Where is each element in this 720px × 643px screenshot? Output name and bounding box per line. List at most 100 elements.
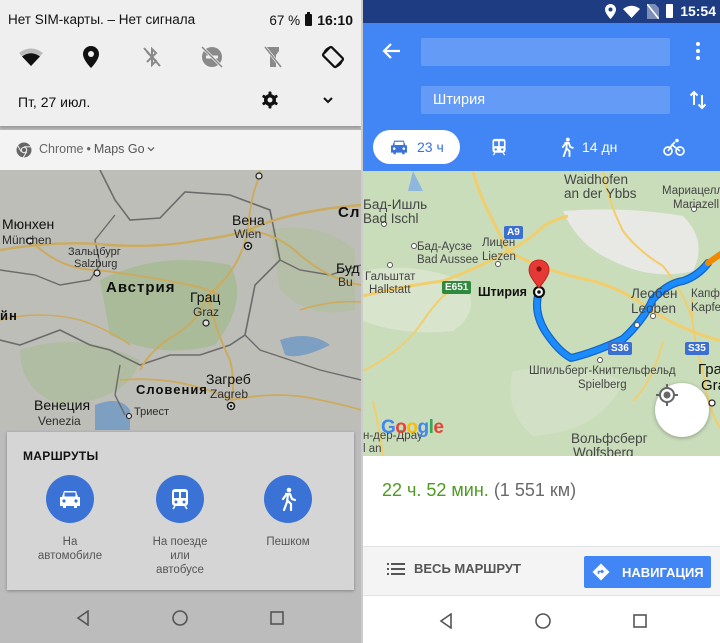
notification-app-name: Chrome • Maps Go xyxy=(39,142,145,156)
map-label-mariazell: Mariazell xyxy=(673,199,720,211)
recents-nav-button[interactable] xyxy=(630,611,650,631)
map-label-drau: l an xyxy=(363,443,382,455)
route-option-label: На поезде или автобусе xyxy=(125,535,235,577)
chevron-down-icon[interactable] xyxy=(146,144,156,154)
back-nav-button[interactable] xyxy=(73,608,93,628)
route-option-label: На автомобиле xyxy=(15,535,125,563)
back-triangle-icon xyxy=(76,610,90,626)
car-button[interactable] xyxy=(46,475,94,523)
tab-mode-car[interactable]: 23 ч xyxy=(373,130,460,164)
map-label-kapfenberg-ru: Капф xyxy=(691,288,720,300)
map-label-waidhofen: Waidhofen xyxy=(564,172,629,187)
crosshair-icon xyxy=(656,384,678,406)
map-label-hallstatt-ru: Гальштат xyxy=(365,271,416,283)
bike-icon xyxy=(663,138,685,156)
map-label-badischl: Bad Ischl xyxy=(363,211,419,226)
more-options-button[interactable] xyxy=(690,41,706,61)
route-distance: (1 551 км) xyxy=(493,480,577,500)
car-icon xyxy=(60,491,80,508)
travel-mode-tabs: 23 ч 14 дн xyxy=(363,130,720,166)
status-bar: Нет SIM-карты. – Нет сигнала 67 % 16:10 xyxy=(8,12,353,30)
map-label-kapfenberg: Kapfe xyxy=(691,302,720,314)
wifi-tile[interactable] xyxy=(14,40,48,74)
map-label-graz-ru: Гра xyxy=(698,361,720,378)
system-nav-bar xyxy=(398,596,688,643)
battery-icon xyxy=(305,12,313,26)
map-label-graz: Gra xyxy=(701,377,720,394)
walk-button[interactable] xyxy=(264,475,312,523)
home-circle-icon xyxy=(172,610,188,626)
notification-header[interactable]: Chrome • Maps Go xyxy=(0,130,361,170)
road-shield-s36: S36 xyxy=(608,342,632,355)
tab-mode-transit[interactable] xyxy=(491,130,507,164)
map-label-wolfsberg: Wolfsberg xyxy=(573,445,634,456)
status-bar: 15:54 xyxy=(363,0,720,23)
settings-button[interactable] xyxy=(260,90,280,110)
tab-mode-bike[interactable] xyxy=(663,130,685,164)
wifi-icon xyxy=(19,48,43,66)
expand-quick-settings-button[interactable] xyxy=(320,92,336,108)
map-label-spielberg: Spielberg xyxy=(578,379,627,391)
train-icon xyxy=(492,138,506,156)
list-icon xyxy=(387,562,405,575)
left-screen: Мюнхен München Зальцбург Salzburg Австри… xyxy=(0,0,361,643)
route-option-label: Пешком xyxy=(233,535,343,549)
route-option-walk[interactable]: Пешком xyxy=(233,475,343,549)
right-screen: 15:54 Штирия 23 ч 14 дн Waidhofen an der… xyxy=(361,0,720,643)
route-map[interactable]: Waidhofen an der Ybbs Мариацелль Mariaze… xyxy=(363,171,720,456)
route-option-car[interactable]: На автомобиле xyxy=(15,475,125,563)
flashlight-tile[interactable] xyxy=(256,40,290,74)
walk-icon xyxy=(281,487,296,511)
back-button[interactable] xyxy=(381,40,403,62)
walk-icon xyxy=(561,137,574,157)
home-nav-button[interactable] xyxy=(533,611,553,631)
google-logo: Google xyxy=(381,417,444,438)
route-option-transit[interactable]: На поезде или автобусе xyxy=(125,475,235,577)
bluetooth-tile[interactable] xyxy=(135,40,169,74)
label-line: На xyxy=(62,536,78,548)
routes-card: МАРШРУТЫ На автомобиле На поезде или автобу… xyxy=(7,432,354,590)
origin-input[interactable] xyxy=(421,38,670,66)
swap-vert-icon xyxy=(689,90,707,110)
label-line: Пешком xyxy=(266,536,310,548)
label-line: автомобиле xyxy=(37,550,103,562)
arrow-left-icon xyxy=(382,43,400,59)
bluetooth-off-icon xyxy=(143,46,161,68)
label-line: автобусе xyxy=(156,564,204,576)
recents-square-icon xyxy=(632,614,647,628)
dnd-tile[interactable] xyxy=(195,40,229,74)
chevron-down-icon xyxy=(323,97,333,104)
route-summary[interactable]: 22 ч. 52 мин. (1 551 км) xyxy=(363,456,720,546)
road-shield-s35: S35 xyxy=(685,342,709,355)
navigation-button[interactable]: НАВИГАЦИЯ xyxy=(584,556,711,588)
date-label: Пт, 27 июл. xyxy=(18,94,91,110)
route-actions-bar: ВЕСЬ МАРШРУТ НАВИГАЦИЯ xyxy=(363,546,720,596)
map-label-badaussee-ru: Бад-Аусзе xyxy=(417,241,472,253)
back-nav-button[interactable] xyxy=(436,611,456,631)
map-label-hallstatt: Hallstatt xyxy=(369,284,411,296)
swap-endpoints-button[interactable] xyxy=(688,89,708,111)
home-nav-button[interactable] xyxy=(170,608,190,628)
location-tile[interactable] xyxy=(74,40,108,74)
chrome-icon xyxy=(16,142,32,158)
quick-tiles xyxy=(14,40,350,74)
tab-mode-walk[interactable]: 14 дн xyxy=(560,130,617,164)
map-label-spielberg-ru: Шпильберг-Книттельфельд xyxy=(529,365,676,377)
map-label-wolfsberg-ru: Вольфсберг xyxy=(571,431,648,446)
train-button[interactable] xyxy=(156,475,204,523)
gear-icon xyxy=(262,91,278,109)
all-route-button[interactable]: ВЕСЬ МАРШРУТ xyxy=(387,561,521,576)
directions-icon xyxy=(592,563,610,581)
auto-rotate-tile[interactable] xyxy=(316,40,350,74)
road-shield-e651: E651 xyxy=(442,281,472,294)
system-nav-bar xyxy=(35,593,325,643)
destination-input[interactable]: Штирия xyxy=(421,86,670,114)
clock: 15:54 xyxy=(680,3,716,19)
map-label-liezen: Liezen xyxy=(482,251,516,263)
map-label-mariazell-ru: Мариацелль xyxy=(662,185,720,197)
route-duration: 22 ч. 52 мин. xyxy=(382,480,489,500)
recents-square-icon xyxy=(269,611,284,625)
recents-nav-button[interactable] xyxy=(267,608,287,628)
my-location-button[interactable] xyxy=(655,383,709,437)
back-triangle-icon xyxy=(439,613,453,629)
